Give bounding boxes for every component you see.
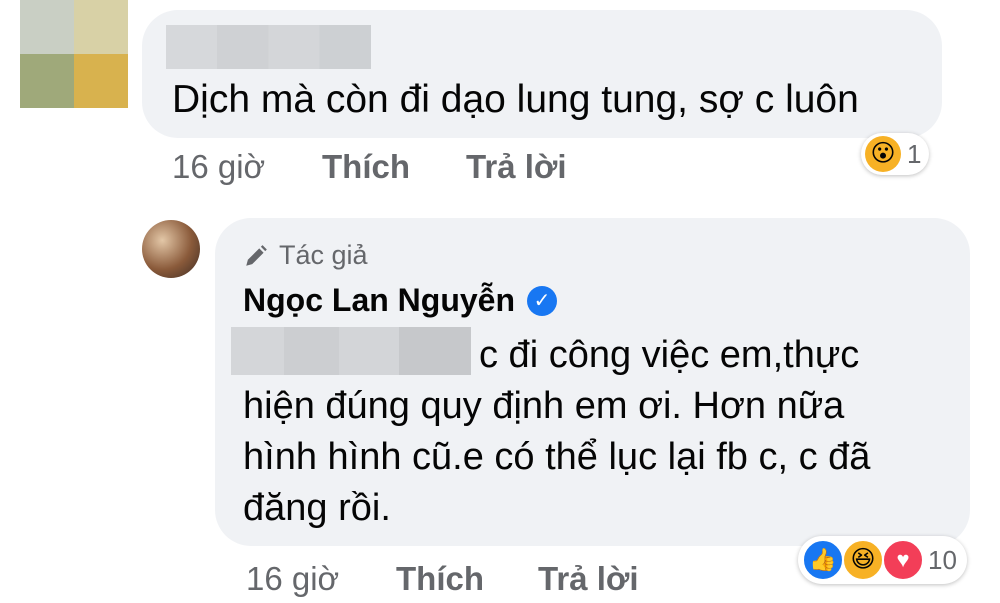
- commenter-name-redacted[interactable]: [166, 25, 371, 69]
- reply-timestamp[interactable]: 16 giờ: [246, 560, 339, 598]
- love-reaction-icon: ♥: [882, 539, 924, 581]
- comment-reactions[interactable]: 😮 1: [861, 133, 930, 175]
- reply-reactions[interactable]: 👍 😆 ♥ 10: [798, 536, 967, 584]
- verified-check-icon: ✓: [527, 285, 558, 316]
- comment-text: Dịch mà còn đi dạo lung tung, sợ c luôn: [172, 78, 859, 121]
- reply-text-line: c đi công việc em,thực: [479, 334, 860, 376]
- reply-reply-button[interactable]: Trả lời: [538, 560, 639, 598]
- author-name[interactable]: Ngọc Lan Nguyễn: [243, 282, 515, 319]
- reply-like-button[interactable]: Thích: [396, 560, 484, 598]
- author-badge-label: Tác giả: [279, 240, 368, 270]
- comment-timestamp[interactable]: 16 giờ: [172, 148, 265, 186]
- reply-text-line: hình hình cũ.e có thể lục lại fb c, c đã: [243, 436, 871, 478]
- commenter-avatar[interactable]: [20, 0, 128, 108]
- reply-text-line: đăng rồi.: [243, 487, 391, 529]
- wow-reaction-icon: 😮: [865, 136, 901, 172]
- haha-reaction-icon: 😆: [842, 539, 884, 581]
- pencil-icon: [246, 244, 267, 266]
- like-reaction-icon: 👍: [802, 539, 844, 581]
- author-name-row: Ngọc Lan Nguyễn ✓: [243, 282, 558, 319]
- author-avatar[interactable]: [142, 220, 200, 278]
- comment-like-button[interactable]: Thích: [322, 148, 410, 186]
- reply-reaction-count: 10: [928, 544, 957, 575]
- reply-text: c đi công việc em,thực hiện đúng quy địn…: [243, 330, 943, 534]
- comment-reply-button[interactable]: Trả lời: [466, 148, 567, 186]
- author-badge: Tác giả: [243, 240, 368, 271]
- reply-text-line: hiện đúng quy định em ơi. Hơn nữa: [243, 385, 845, 427]
- comment-reaction-count: 1: [907, 138, 922, 169]
